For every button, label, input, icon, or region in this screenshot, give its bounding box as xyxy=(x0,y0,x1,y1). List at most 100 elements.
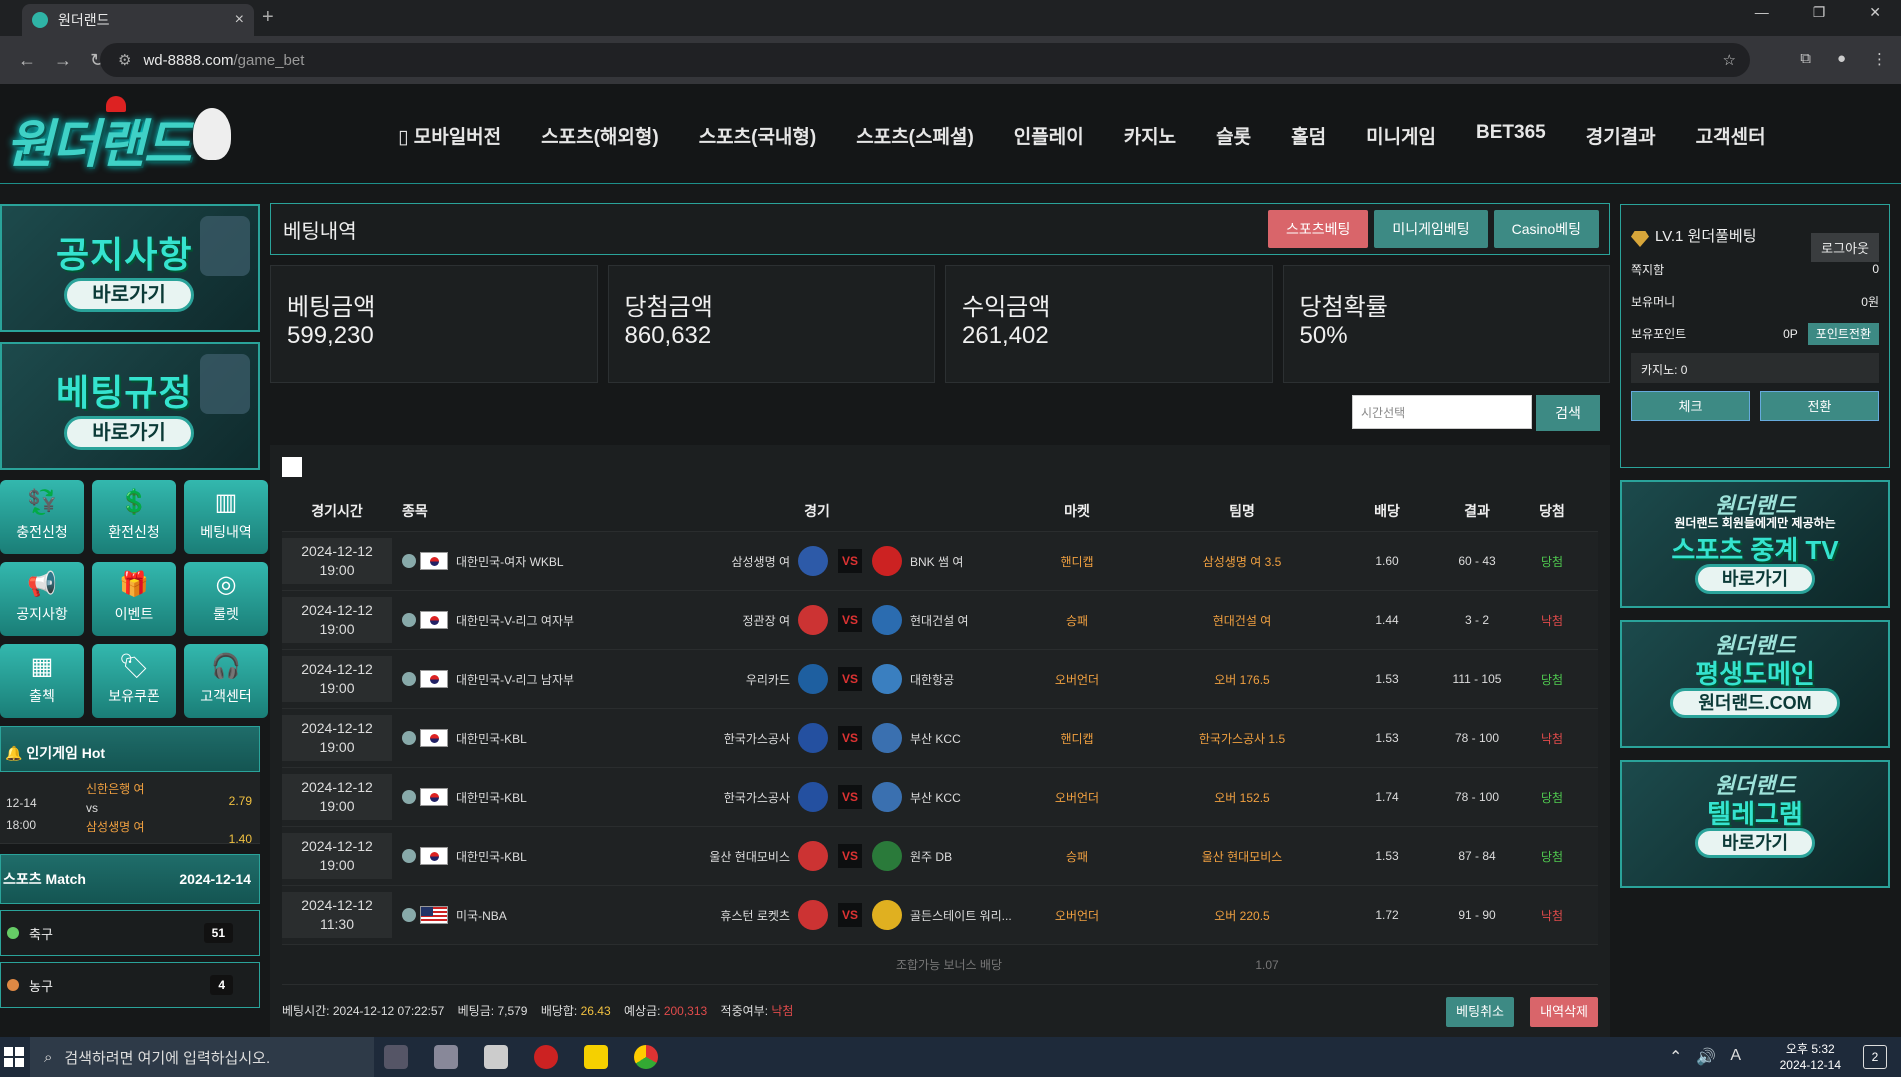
tab-minigame-bet[interactable]: 미니게임베팅 xyxy=(1374,210,1488,248)
tab-casino-bet[interactable]: Casino베팅 xyxy=(1493,210,1599,248)
quick-gift-button[interactable]: 🎁 이벤트 xyxy=(92,562,176,636)
row-away-team: 현대건설 여 xyxy=(910,613,969,628)
nav-sports-special[interactable]: 스포츠(스페셜) xyxy=(836,122,994,149)
task-view-icon[interactable] xyxy=(384,1045,408,1069)
nav-mobile[interactable]: ▯ 모바일버전 xyxy=(378,122,521,149)
cell-kind: 미국-NBA xyxy=(392,906,622,924)
banner-go-button[interactable]: 바로가기 xyxy=(1695,828,1815,858)
menu-kebab-icon[interactable]: ⋮ xyxy=(1872,50,1887,68)
nav-support[interactable]: 고객센터 xyxy=(1676,122,1786,149)
forward-icon[interactable]: → xyxy=(54,50,72,71)
quick-calendar-button[interactable]: ▦ 출첵 xyxy=(0,644,84,718)
ime-indicator[interactable]: A xyxy=(1730,1047,1741,1067)
point-convert-button[interactable]: 포인트전환 xyxy=(1807,322,1879,345)
banner-go-button[interactable]: 바로가기 xyxy=(64,416,194,450)
calculator-icon[interactable] xyxy=(484,1045,508,1069)
clock[interactable]: 오후 5:32 2024-12-14 xyxy=(1780,1041,1841,1073)
nav-results[interactable]: 경기결과 xyxy=(1566,122,1676,149)
nav-inplay[interactable]: 인플레이 xyxy=(994,122,1104,149)
table-row: 2024-12-12 19:00 대한민국-V-리그 남자부 우리카드 VS 대한항공 오버… xyxy=(282,649,1598,708)
quick-roulette-button[interactable]: ◎ 룰렛 xyxy=(184,562,268,636)
nav-bet365[interactable]: BET365 xyxy=(1456,122,1566,149)
chevron-up-icon[interactable]: ⌃ xyxy=(1669,1047,1682,1067)
notification-icon[interactable]: 2 xyxy=(1863,1045,1887,1069)
site-logo[interactable]: 원더랜드 xyxy=(6,96,231,177)
cell-kind: 대한민국-KBL xyxy=(392,847,622,865)
stat-bet-amount: 베팅금액 599,230 xyxy=(270,265,598,383)
coupon-icon: 🏷 xyxy=(118,653,150,680)
banner-go-button[interactable]: 바로가기 xyxy=(1695,564,1815,594)
quick-money-button[interactable]: 💱 충전신청 xyxy=(0,480,84,554)
hot-odd1[interactable]: 2.79 xyxy=(229,794,252,808)
row-pick: 오버 220.5 xyxy=(1214,908,1270,923)
recorder-icon[interactable] xyxy=(534,1045,558,1069)
tab-close-icon[interactable]: × xyxy=(235,11,244,29)
row-odd: 1.72 xyxy=(1375,908,1399,922)
delete-history-button[interactable]: 내역삭제 xyxy=(1530,997,1598,1027)
hot-game-row[interactable]: 12-14 18:00 신한은행 여 vs 삼성생명 여 2.79 1.40 xyxy=(0,772,260,846)
hot-odd2[interactable]: 1.40 xyxy=(229,832,252,846)
money-icon: 💱 xyxy=(27,489,57,516)
notice-banner[interactable]: 공지사항 바로가기 xyxy=(0,204,260,332)
nav-holdem[interactable]: 홀덤 xyxy=(1271,122,1346,149)
quick-headset-button[interactable]: 🎧 고객센터 xyxy=(184,644,268,718)
row-score: 87 - 84 xyxy=(1458,849,1496,863)
bet-history-titlebar: 베팅내역 스포츠베팅 미니게임베팅 Casino베팅 xyxy=(270,203,1610,255)
nav-casino[interactable]: 카지노 xyxy=(1104,122,1196,149)
nav-minigame[interactable]: 미니게임 xyxy=(1346,122,1456,149)
taskbar-search[interactable]: ⌕ 검색하려면 여기에 입력하십시오. xyxy=(30,1037,374,1077)
convert-button[interactable]: 전환 xyxy=(1760,391,1879,421)
domain-banner[interactable]: 원더랜드 평생도메인 원더랜드.COM xyxy=(1620,620,1890,748)
extensions-icon[interactable]: ⧉ xyxy=(1800,50,1811,68)
cancel-bet-button[interactable]: 베팅취소 xyxy=(1446,997,1514,1027)
logout-button[interactable]: 로그아웃 xyxy=(1811,233,1879,262)
restore-icon[interactable]: ❐ xyxy=(1813,4,1826,21)
back-icon[interactable]: ← xyxy=(18,50,36,71)
bookmark-star-icon[interactable]: ☆ xyxy=(1723,51,1736,69)
browser-tab[interactable]: 원더랜드 × xyxy=(22,4,254,36)
row-league: 미국-NBA xyxy=(456,908,507,923)
quick-megaphone-button[interactable]: 📢 공지사항 xyxy=(0,562,84,636)
close-window-icon[interactable]: ✕ xyxy=(1869,4,1881,21)
quick-dollar-button[interactable]: 💲 환전신청 xyxy=(92,480,176,554)
row-time: 19:00 xyxy=(319,798,355,814)
time-select-input[interactable]: 시간선택 xyxy=(1352,395,1532,429)
new-tab-icon[interactable]: + xyxy=(262,6,274,29)
chrome-icon[interactable] xyxy=(634,1045,658,1069)
message-count[interactable]: 0 xyxy=(1872,262,1879,276)
site-info-icon[interactable]: ⚙ xyxy=(118,51,131,69)
table-header: 경기시간 종목 경기 마켓 팀명 배당 결과 당첨 xyxy=(282,491,1598,531)
sport-item-soccer[interactable]: 축구 51 xyxy=(0,910,260,956)
nav-sports-domestic[interactable]: 스포츠(국내형) xyxy=(679,122,837,149)
tab-sports-bet[interactable]: 스포츠베팅 xyxy=(1267,210,1369,248)
odd-sum-label: 배당합: xyxy=(540,1004,578,1018)
banner-go-button[interactable]: 바로가기 xyxy=(64,278,194,312)
nav-slot[interactable]: 슬롯 xyxy=(1196,122,1271,149)
quick-list-button[interactable]: ▥ 베팅내역 xyxy=(184,480,268,554)
minimize-icon[interactable]: — xyxy=(1755,4,1769,21)
row-league: 대한민국-KBL xyxy=(456,731,527,746)
check-button[interactable]: 체크 xyxy=(1631,391,1750,421)
away-team-logo-icon xyxy=(872,605,902,635)
url-field[interactable]: ⚙ wd-8888.com/game_bet ☆ xyxy=(100,43,1750,77)
sport-item-basketball[interactable]: 농구 4 xyxy=(0,962,260,1008)
stat-win-rate: 당첨확률 50% xyxy=(1282,265,1610,383)
kakaotalk-icon[interactable] xyxy=(584,1045,608,1069)
telegram-banner[interactable]: 원더랜드 텔레그램 바로가기 xyxy=(1620,760,1890,888)
row-odd: 1.74 xyxy=(1375,790,1399,804)
volume-icon[interactable]: 🔊 xyxy=(1696,1047,1716,1067)
bonus-label: 조합가능 보너스 배당 xyxy=(895,958,1002,972)
browser-toolbar-right: ⧉ ● ⋮ xyxy=(1800,50,1887,68)
rules-banner[interactable]: 베팅규정 바로가기 xyxy=(0,342,260,470)
banner-go-button[interactable]: 원더랜드.COM xyxy=(1670,688,1840,718)
windows-start-icon[interactable] xyxy=(4,1047,24,1067)
app-icon[interactable] xyxy=(434,1045,458,1069)
quick-coupon-button[interactable]: 🏷 보유쿠폰 xyxy=(92,644,176,718)
select-all-checkbox[interactable] xyxy=(282,457,302,477)
stat-label: 당첨확률 xyxy=(1299,294,1388,321)
nav-sports-overseas[interactable]: 스포츠(해외형) xyxy=(521,122,679,149)
tv-banner[interactable]: 원더랜드 원더랜드 회원들에게만 제공하는 스포츠 중계 TV 바로가기 xyxy=(1620,480,1890,608)
home-team-logo-icon xyxy=(798,782,828,812)
profile-icon[interactable]: ● xyxy=(1837,50,1846,68)
search-button[interactable]: 검색 xyxy=(1536,395,1600,431)
